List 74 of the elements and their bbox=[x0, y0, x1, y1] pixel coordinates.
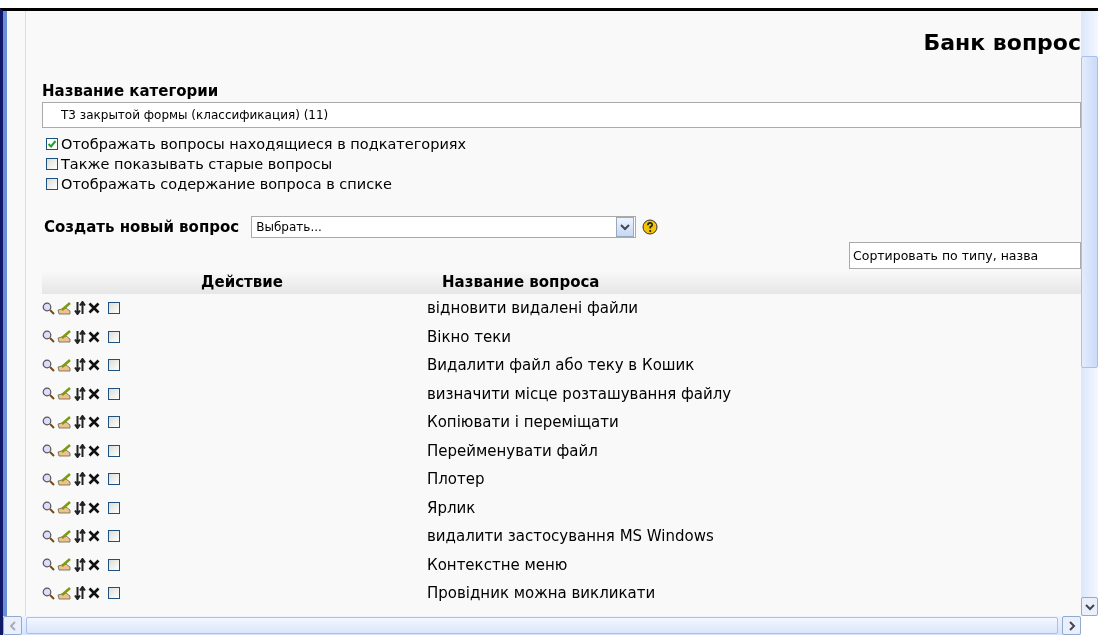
search-icon[interactable] bbox=[42, 358, 55, 372]
question-name[interactable]: Перейменувати файл bbox=[427, 441, 598, 460]
move-arrows-icon[interactable] bbox=[74, 529, 86, 544]
search-icon[interactable] bbox=[42, 415, 55, 429]
delete-icon[interactable] bbox=[88, 416, 100, 429]
move-arrows-icon[interactable] bbox=[74, 557, 86, 572]
move-arrows-icon[interactable] bbox=[74, 586, 86, 601]
checkbox[interactable] bbox=[46, 178, 58, 190]
scroll-down-icon[interactable] bbox=[1084, 602, 1095, 611]
search-icon[interactable] bbox=[42, 444, 55, 458]
question-name[interactable]: видалити застосування MS Windows bbox=[427, 527, 714, 546]
checkbox[interactable] bbox=[46, 158, 58, 170]
question-name[interactable]: відновити видалені файли bbox=[427, 299, 639, 318]
delete-icon[interactable] bbox=[88, 444, 100, 457]
question-name[interactable]: Вікно теки bbox=[427, 327, 512, 346]
search-icon[interactable] bbox=[42, 330, 55, 344]
help-icon[interactable] bbox=[642, 219, 659, 235]
checkbox[interactable] bbox=[108, 473, 120, 486]
search-icon[interactable] bbox=[42, 387, 55, 401]
checkbox[interactable] bbox=[108, 530, 120, 543]
horizontal-scrollbar[interactable] bbox=[3, 616, 1081, 635]
checkbox[interactable] bbox=[108, 558, 120, 571]
delete-icon[interactable] bbox=[88, 530, 100, 543]
search-icon[interactable] bbox=[42, 586, 55, 600]
checkbox[interactable] bbox=[108, 359, 120, 372]
search-icon[interactable] bbox=[42, 558, 55, 572]
scroll-right-icon[interactable] bbox=[1067, 620, 1076, 631]
checkbox[interactable] bbox=[108, 302, 120, 315]
delete-icon[interactable] bbox=[88, 501, 100, 514]
checkbox-label: Также показывать старые вопросы bbox=[61, 156, 333, 172]
move-arrows-icon[interactable] bbox=[74, 301, 86, 316]
question-name[interactable]: Провідник можна викликати bbox=[427, 584, 656, 603]
delete-icon[interactable] bbox=[88, 302, 100, 315]
checkbox[interactable] bbox=[108, 587, 120, 600]
create-question-label: Создать новый вопрос bbox=[44, 218, 240, 236]
vertical-scrollbar[interactable] bbox=[1081, 11, 1098, 616]
checkbox[interactable] bbox=[108, 501, 120, 514]
search-icon[interactable] bbox=[42, 472, 55, 486]
question-name[interactable]: Видалити файл або теку в Кошик bbox=[427, 356, 695, 375]
question-name[interactable]: Плотер bbox=[427, 470, 485, 489]
delete-icon[interactable] bbox=[88, 359, 100, 372]
checkbox-label: Отображать вопросы находящиеся в подкатегориях bbox=[61, 136, 467, 152]
question-name[interactable]: Контекстне меню bbox=[427, 555, 568, 574]
checkbox[interactable] bbox=[108, 330, 120, 343]
delete-icon[interactable] bbox=[88, 558, 100, 571]
question-name[interactable]: Ярлик bbox=[427, 498, 476, 517]
question-name[interactable]: Копіювати і переміщати bbox=[427, 413, 619, 432]
move-arrows-icon[interactable] bbox=[74, 415, 86, 430]
move-arrows-icon[interactable] bbox=[74, 472, 86, 487]
move-arrows-icon[interactable] bbox=[74, 386, 86, 401]
question-name[interactable]: визначити місце розташування файлу bbox=[427, 384, 732, 403]
search-icon[interactable] bbox=[42, 501, 55, 515]
checkbox[interactable] bbox=[108, 416, 120, 429]
search-icon[interactable] bbox=[42, 529, 55, 543]
checkbox-label: Отображать содержание вопроса в списке bbox=[61, 176, 392, 192]
category-label: Название категории bbox=[42, 82, 220, 100]
page-title: Банк вопрос bbox=[923, 30, 1081, 55]
delete-icon[interactable] bbox=[88, 330, 100, 343]
question-type-select[interactable]: Выбрать... bbox=[251, 216, 637, 238]
move-arrows-icon[interactable] bbox=[74, 358, 86, 373]
move-arrows-icon[interactable] bbox=[74, 329, 86, 344]
sort-select[interactable]: Сортировать по типу, назва bbox=[849, 242, 1081, 269]
delete-icon[interactable] bbox=[88, 587, 100, 600]
move-arrows-icon[interactable] bbox=[74, 443, 86, 458]
checkbox[interactable] bbox=[46, 138, 58, 150]
column-header[interactable]: Действие bbox=[42, 272, 442, 291]
category-select[interactable]: Т3 закрытой формы (классификация) (11) bbox=[42, 102, 1081, 128]
search-icon[interactable] bbox=[42, 301, 55, 315]
checkbox[interactable] bbox=[108, 444, 120, 457]
column-header[interactable]: Название вопроса bbox=[442, 272, 600, 291]
checkbox[interactable] bbox=[108, 387, 120, 400]
delete-icon[interactable] bbox=[88, 473, 100, 486]
delete-icon[interactable] bbox=[88, 387, 100, 400]
move-arrows-icon[interactable] bbox=[74, 500, 86, 515]
